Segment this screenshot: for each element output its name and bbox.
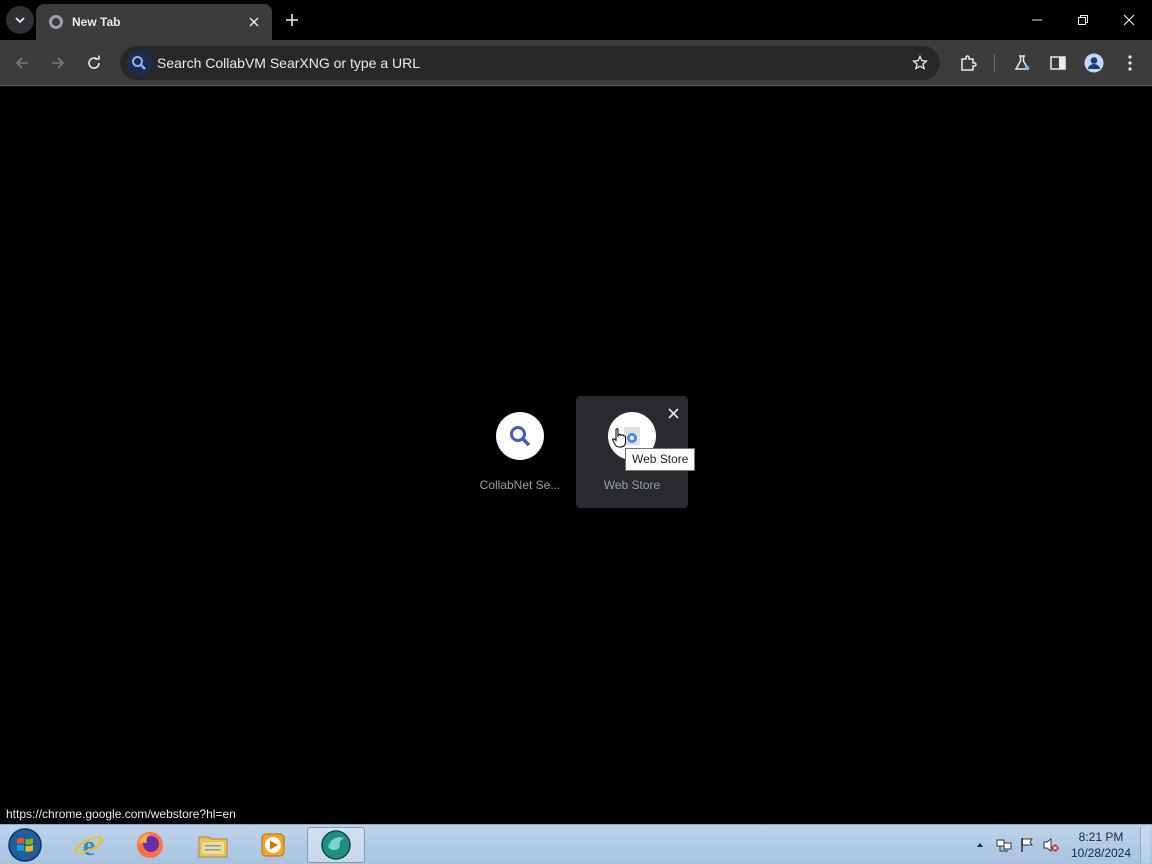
network-icon [996,839,1012,852]
globe-icon [49,15,63,29]
shortcut-label: CollabNet Se... [479,478,561,492]
tray-network[interactable] [996,837,1012,853]
file-explorer-icon [198,836,228,858]
labs-button[interactable] [1010,51,1034,75]
tab-new-tab[interactable]: New Tab [36,4,272,40]
puzzle-icon [961,55,977,71]
reload-icon [88,55,100,69]
taskbar-browser[interactable] [307,827,365,863]
taskbar: e 8:21 PM 10/28/2024 [0,824,1152,864]
forward-button[interactable] [42,47,74,79]
close-icon [1123,14,1135,26]
tooltip: Web Store [625,448,696,471]
svg-text:e: e [83,831,95,860]
toolbar-divider [994,54,995,72]
windows-logo-icon [8,828,42,862]
minimize-button[interactable] [1014,0,1060,40]
tab-close-button[interactable] [244,12,264,32]
chevron-up-icon [977,843,983,847]
internet-explorer-icon: e [75,831,103,860]
close-icon [667,407,679,419]
arrow-left-icon [15,57,28,69]
profile-button[interactable] [1082,51,1106,75]
side-panel-button[interactable] [1046,51,1070,75]
clock-time: 8:21 PM [1078,830,1124,844]
plus-icon [286,14,298,26]
flask-icon [1014,55,1030,71]
extensions-button[interactable] [956,51,980,75]
avatar-icon [1084,53,1104,73]
omnibox[interactable]: Search CollabVM SearXNG or type a URL [120,46,940,80]
shortcut-icon-container [496,412,544,460]
omnibox-placeholder: Search CollabVM SearXNG or type a URL [157,55,420,71]
back-button[interactable] [6,47,38,79]
search-icon [510,426,531,447]
close-icon [249,17,259,27]
reload-button[interactable] [78,47,110,79]
tray-expand-button[interactable] [972,837,988,853]
menu-button[interactable] [1118,51,1142,75]
taskbar-media-player[interactable] [244,827,302,863]
tab-strip: New Tab [0,0,1152,40]
start-button[interactable] [4,826,46,864]
star-icon [912,55,928,70]
tray-volume[interactable] [1043,837,1059,853]
minimize-icon [1032,19,1042,21]
firefox-icon [137,832,163,858]
volume-muted-icon [1043,838,1059,852]
tab-search-button[interactable] [6,6,34,34]
clock-date: 10/28/2024 [1070,846,1132,860]
hand-cursor-icon [612,428,626,448]
shortcut-remove-button[interactable] [664,404,682,422]
shortcut-collabnet-search[interactable]: CollabNet Se... [464,396,576,508]
browser-icon [321,830,351,860]
taskbar-file-explorer[interactable] [184,827,242,863]
search-icon [126,50,152,76]
chevron-down-icon [15,17,25,24]
media-player-icon [261,833,285,857]
arrow-right-icon [52,57,65,69]
more-vert-icon [1128,55,1132,71]
side-panel-icon [1050,56,1066,70]
taskbar-clock[interactable]: 8:21 PM 10/28/2024 [1068,829,1134,861]
restore-icon [1078,15,1088,25]
flag-icon [1021,838,1033,852]
close-window-button[interactable] [1106,0,1152,40]
taskbar-internet-explorer[interactable]: e [60,827,118,863]
shortcut-label: Web Store [603,478,661,492]
status-bubble-url: https://chrome.google.com/webstore?hl=en [0,805,242,824]
bookmark-star-button[interactable] [910,53,930,73]
tray-action-center[interactable] [1019,837,1035,853]
restore-button[interactable] [1060,0,1106,40]
taskbar-firefox[interactable] [121,827,179,863]
new-tab-button[interactable] [280,8,304,32]
browser-toolbar: Search CollabVM SearXNG or type a URL [0,40,1152,86]
tab-title: New Tab [72,15,121,29]
show-desktop-button[interactable] [1140,827,1150,863]
